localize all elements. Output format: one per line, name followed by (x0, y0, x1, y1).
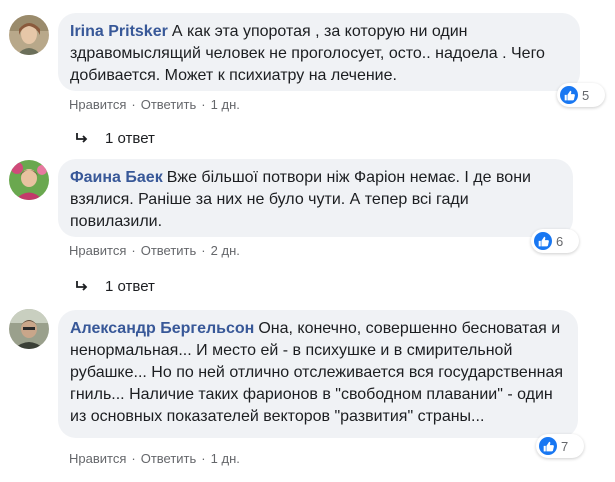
like-thumb-icon (534, 232, 552, 250)
separator: · (131, 97, 136, 112)
like-thumb-icon (560, 86, 578, 104)
view-replies-link[interactable]: 1 ответ (75, 130, 155, 147)
comment-bubble: Фаина Баек Вже більшої потвори ніж Фаріон… (58, 159, 573, 237)
separator: · (201, 243, 206, 258)
comment-author[interactable]: Александр Бергельсон (70, 320, 254, 337)
timestamp[interactable]: 1 дн. (211, 451, 240, 466)
reaction-number: 6 (556, 233, 564, 249)
comment-actions: Нравится · Ответить · 2 дн. (69, 243, 240, 258)
reaction-count[interactable]: 5 (557, 83, 605, 107)
like-thumb-icon (539, 437, 557, 455)
separator: · (131, 243, 136, 258)
view-replies-link[interactable]: 1 ответ (75, 278, 155, 295)
like-link[interactable]: Нравится (69, 451, 126, 466)
like-link[interactable]: Нравится (69, 97, 126, 112)
separator: · (131, 451, 136, 466)
reaction-count[interactable]: 6 (531, 229, 579, 253)
replies-count: 1 ответ (105, 130, 155, 147)
reply-link[interactable]: Ответить (141, 243, 197, 258)
comment-actions: Нравится · Ответить · 1 дн. (69, 97, 240, 112)
avatar[interactable] (9, 309, 49, 349)
separator: · (201, 97, 206, 112)
replies-count: 1 ответ (105, 278, 155, 295)
comment-actions: Нравится · Ответить · 1 дн. (69, 451, 240, 466)
timestamp[interactable]: 1 дн. (211, 97, 240, 112)
reaction-count[interactable]: 7 (536, 434, 584, 458)
avatar[interactable] (9, 160, 49, 200)
reply-link[interactable]: Ответить (141, 451, 197, 466)
reply-arrow-icon (75, 132, 89, 145)
separator: · (201, 451, 206, 466)
comment-bubble: Irina Pritsker А как эта упоротая , за ко… (58, 13, 580, 91)
comment-bubble: Александр Бергельсон Она, конечно, соверш… (58, 310, 578, 438)
comment-author[interactable]: Фаина Баек (70, 169, 163, 186)
reply-link[interactable]: Ответить (141, 97, 197, 112)
reply-arrow-icon (75, 280, 89, 293)
comment-author[interactable]: Irina Pritsker (70, 23, 168, 40)
avatar[interactable] (9, 15, 49, 55)
reaction-number: 5 (582, 87, 590, 103)
reaction-number: 7 (561, 438, 569, 454)
like-link[interactable]: Нравится (69, 243, 126, 258)
timestamp[interactable]: 2 дн. (211, 243, 240, 258)
